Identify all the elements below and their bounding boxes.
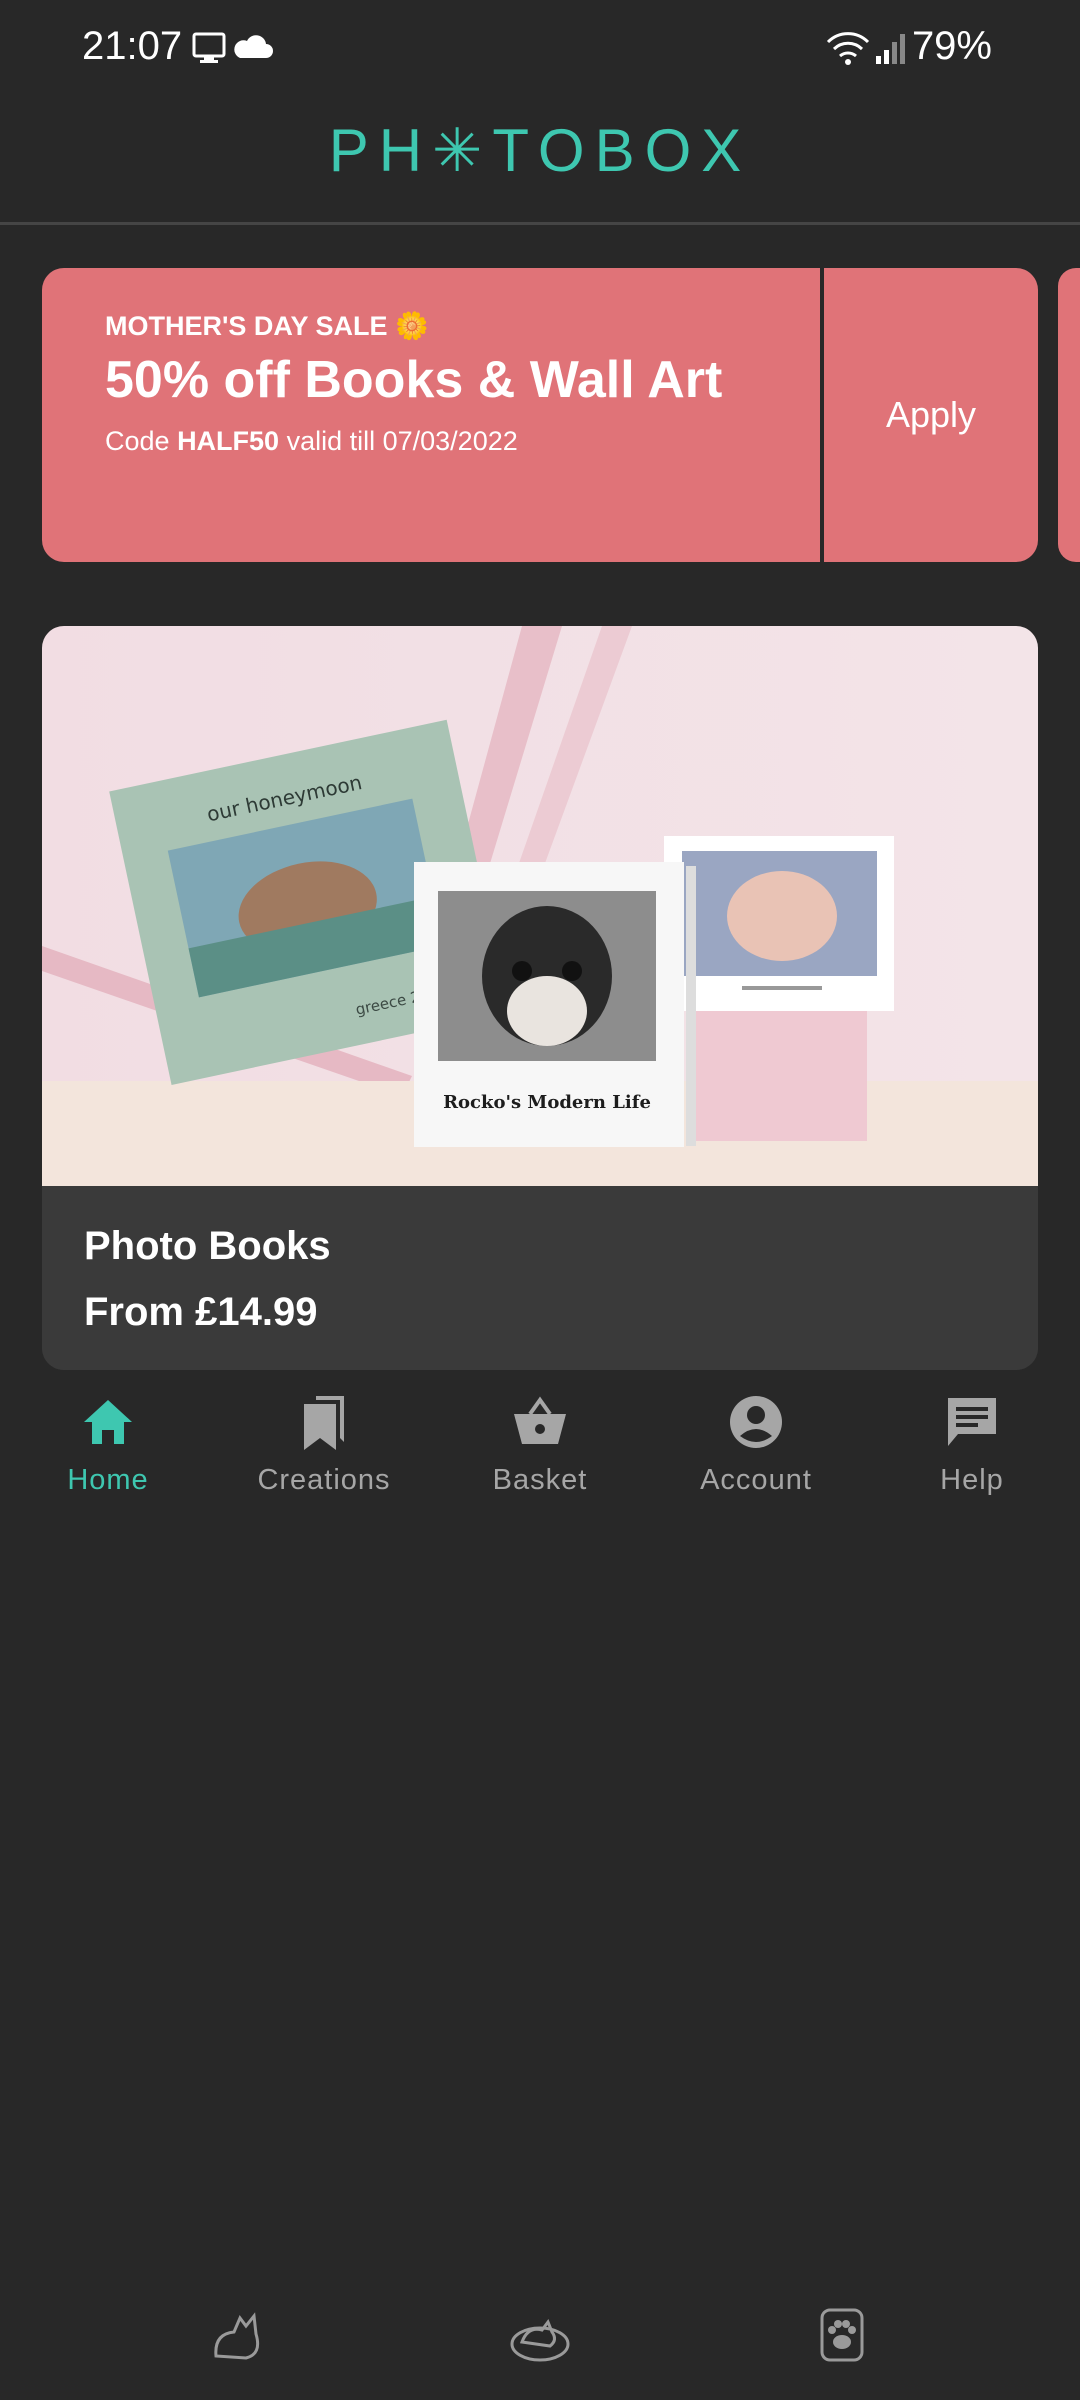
- nav-basket-label: Basket: [492, 1464, 588, 1496]
- chat-help-icon: [948, 1398, 996, 1446]
- product-price: From £14.99: [84, 1290, 318, 1334]
- promo-code-prefix: Code: [105, 426, 178, 456]
- nav-creations-label: Creations: [257, 1464, 391, 1496]
- promo-code-line: Code HALF50 valid till 07/03/2022: [105, 426, 518, 457]
- header-divider: [0, 222, 1080, 225]
- nav-account-label: Account: [700, 1464, 812, 1496]
- product-card-photo-books[interactable]: our honeymoon greece 2021 Rocko's Modern…: [42, 626, 1038, 1370]
- nav-home-label: Home: [67, 1464, 149, 1496]
- recents-paw-icon[interactable]: [810, 2304, 874, 2368]
- photobox-logo: PH✳TOBOX: [328, 117, 752, 184]
- home-icon: [84, 1400, 132, 1444]
- book2-title: Rocko's Modern Life: [443, 1092, 651, 1113]
- wifi-icon: [826, 30, 870, 73]
- back-cat-icon[interactable]: [206, 2304, 270, 2368]
- basket-icon: [514, 1396, 566, 1444]
- apply-button[interactable]: Apply: [824, 268, 1038, 562]
- account-icon: [730, 1396, 782, 1448]
- promo-code: HALF50: [177, 426, 280, 456]
- nav-creations[interactable]: Creations: [216, 1370, 432, 1520]
- bookmarks-icon: [304, 1396, 344, 1450]
- product-title: Photo Books: [84, 1224, 331, 1268]
- status-time: 21:07: [82, 24, 183, 68]
- promo-title: 50% off Books & Wall Art: [105, 351, 723, 409]
- nav-help[interactable]: Help: [864, 1370, 1080, 1520]
- promo-code-suffix: valid till 07/03/2022: [279, 426, 518, 456]
- nav-help-label: Help: [940, 1464, 1004, 1496]
- monitor-icon: [192, 32, 226, 63]
- nav-account[interactable]: Account: [648, 1370, 864, 1520]
- nav-basket[interactable]: Basket: [432, 1370, 648, 1520]
- product-info: Photo Books From £14.99: [42, 1186, 1038, 1370]
- battery-percent: 79%: [911, 24, 992, 68]
- nav-home[interactable]: Home: [0, 1370, 216, 1520]
- promo-sale-label: MOTHER'S DAY SALE 🌼: [105, 311, 429, 341]
- promo-banner[interactable]: MOTHER'S DAY SALE 🌼 50% off Books & Wall…: [42, 268, 1038, 562]
- home-cat-icon[interactable]: [508, 2304, 572, 2368]
- status-icons-left: [190, 30, 280, 75]
- cloud-icon: [234, 35, 273, 58]
- photo-books-image: our honeymoon greece 2021 Rocko's Modern…: [42, 626, 1038, 1186]
- bottom-navigation: Home Creations Basket Account Help: [0, 1370, 1080, 1520]
- next-promo-peek[interactable]: [1058, 268, 1080, 562]
- signal-icon: [874, 32, 908, 71]
